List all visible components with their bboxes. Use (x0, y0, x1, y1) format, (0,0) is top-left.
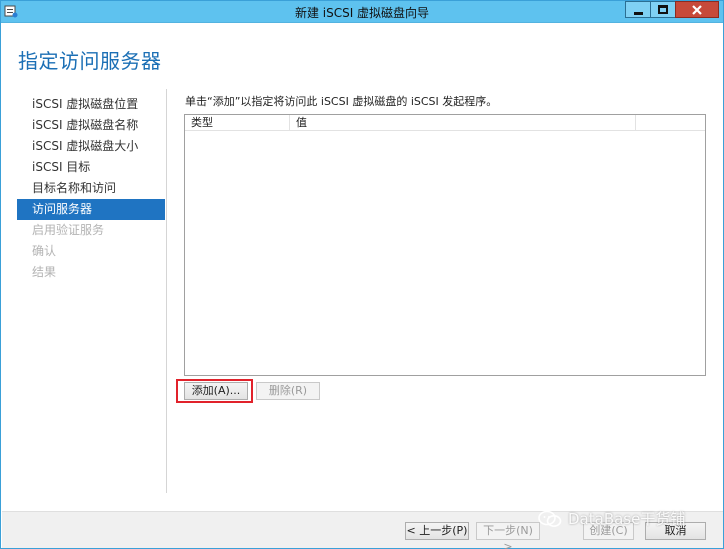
nav-divider (166, 89, 167, 493)
close-icon (692, 4, 702, 15)
wechat-icon (538, 510, 562, 527)
wizard-window: 新建 iSCSI 虚拟磁盘向导 指定访问服务器 iSCSI 虚拟磁盘位置 iSC… (0, 0, 724, 549)
maximize-icon (658, 5, 668, 14)
nav-item-target-name-access[interactable]: 目标名称和访问 (17, 178, 165, 199)
nav-item-disk-size[interactable]: iSCSI 虚拟磁盘大小 (17, 136, 165, 157)
wizard-nav: iSCSI 虚拟磁盘位置 iSCSI 虚拟磁盘名称 iSCSI 虚拟磁盘大小 i… (17, 94, 165, 283)
remove-button[interactable]: 删除(R) (256, 382, 320, 400)
list-header: 类型 值 (185, 115, 705, 131)
nav-item-disk-name[interactable]: iSCSI 虚拟磁盘名称 (17, 115, 165, 136)
add-button[interactable]: 添加(A)... (184, 382, 248, 400)
page-title: 指定访问服务器 (18, 49, 162, 73)
window-title: 新建 iSCSI 虚拟磁盘向导 (294, 6, 430, 20)
nav-item-enable-auth: 启用验证服务 (32, 223, 105, 237)
initiator-list[interactable]: 类型 值 (184, 114, 706, 376)
maximize-button[interactable] (650, 1, 676, 18)
nav-item-iscsi-target[interactable]: iSCSI 目标 (17, 157, 165, 178)
prev-button[interactable]: < 上一步(P) (405, 522, 469, 540)
nav-item-confirmation: 确认 (32, 244, 57, 258)
nav-item-access-servers[interactable]: 访问服务器 (17, 199, 165, 220)
close-button[interactable] (675, 1, 719, 18)
column-header-type[interactable]: 类型 (185, 115, 290, 131)
watermark-text: DataBase干货铺 (568, 510, 686, 528)
minimize-button[interactable] (625, 1, 651, 18)
window-controls (625, 1, 719, 19)
next-button[interactable]: 下一步(N) > (476, 522, 540, 549)
column-header-extra[interactable] (636, 115, 705, 131)
watermark: DataBase干货铺 (538, 508, 685, 529)
nav-item-results: 结果 (32, 265, 57, 279)
minimize-icon (633, 11, 643, 15)
instruction-text: 单击“添加”以指定将访问此 iSCSI 虚拟磁盘的 iSCSI 发起程序。 (185, 95, 498, 108)
nav-item-disk-location[interactable]: iSCSI 虚拟磁盘位置 (17, 94, 165, 115)
title-bar[interactable]: 新建 iSCSI 虚拟磁盘向导 (1, 1, 723, 23)
column-header-value[interactable]: 值 (290, 115, 636, 131)
